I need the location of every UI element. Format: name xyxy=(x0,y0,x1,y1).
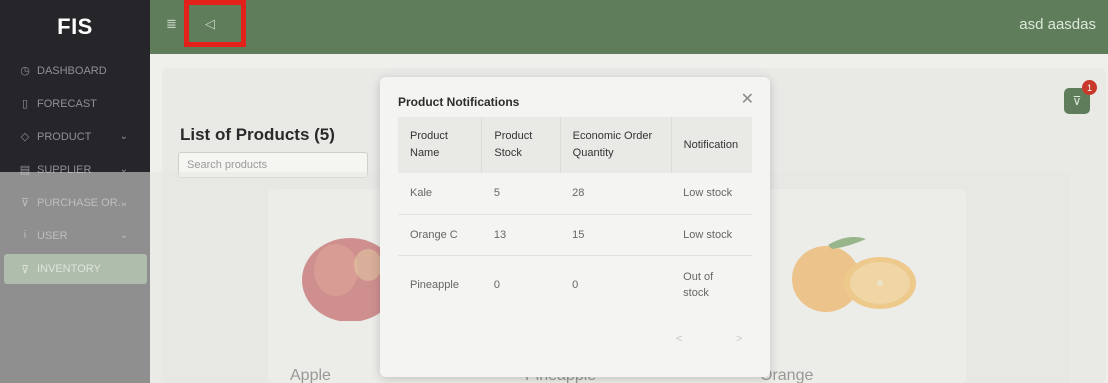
cell-notification: Low stock xyxy=(671,214,752,256)
cart-button[interactable]: ⊽ 1 xyxy=(1064,80,1097,114)
user-icon: Ꭵ xyxy=(23,229,27,241)
cell-product-stock: 0 xyxy=(493,279,501,292)
clock-icon: ◷ xyxy=(20,65,30,77)
pagination-prev-button[interactable]: < xyxy=(676,333,682,345)
table-row: Orange C 13 15 Low stock xyxy=(398,214,752,256)
highlight-box xyxy=(184,0,246,47)
modal-title: Product Notifications xyxy=(398,95,520,109)
cell-product-stock: 5 xyxy=(481,173,561,215)
sidebar-item-label: USER xyxy=(37,229,68,242)
chevron-down-icon: ⌄ xyxy=(119,131,128,142)
tag-icon: ◇ xyxy=(20,131,30,143)
chevron-down-icon: ⌄ xyxy=(119,164,128,175)
table-row: Pineapple 0 0 Out of stock xyxy=(398,255,752,315)
chevron-down-icon: ⌄ xyxy=(119,197,128,208)
pagination-next-button[interactable]: > xyxy=(736,333,742,345)
sidebar-item-product[interactable]: ◇ PRODUCT ⌄ xyxy=(0,120,150,153)
sidebar-item-label: PRODUCT xyxy=(37,130,92,143)
sidebar-item-label: DASHBOARD xyxy=(37,64,107,77)
close-icon[interactable]: ✕ xyxy=(741,89,754,109)
table-row: Kale 5 28 Low stock xyxy=(398,173,752,215)
cell-notification: Low stock xyxy=(671,173,752,215)
cell-product-name: Orange C xyxy=(398,214,482,256)
notifications-table: Product Name Product Stock Economic Orde… xyxy=(398,117,752,315)
cell-eoq: 0 xyxy=(572,279,579,292)
sidebar-item-label: INVENTORY xyxy=(37,263,101,275)
menu-toggle-icon[interactable]: ≣ xyxy=(166,16,177,32)
sidebar-item-label: PURCHASE OR... xyxy=(37,196,127,209)
sidebar-item-label: SUPPLIER xyxy=(37,163,92,176)
table-header-row: Product Name Product Stock Economic Orde… xyxy=(398,117,752,173)
user-name[interactable]: asd aasdas xyxy=(1019,16,1096,33)
product-notifications-modal: Product Notifications ✕ Product Name Pro… xyxy=(380,77,770,377)
cell-product-name: Kale xyxy=(398,173,482,215)
cell-product-name: Pineapple xyxy=(410,279,459,292)
cell-product-stock: 13 xyxy=(481,214,561,256)
sidebar-item-supplier[interactable]: ▤ SUPPLIER ⌄ xyxy=(0,153,150,186)
cart-icon: ⊽ xyxy=(20,263,30,276)
app-logo[interactable]: FIS xyxy=(0,0,150,54)
calendar-icon: ▤ xyxy=(19,164,31,176)
search-input[interactable]: Search products xyxy=(178,152,368,178)
cell-eoq: 15 xyxy=(560,214,672,256)
cart-icon: ⊽ xyxy=(20,197,30,209)
top-bar: ≣ ◁ asd aasdas xyxy=(150,0,1108,54)
cell-notification: Out of stock xyxy=(683,271,714,300)
chevron-down-icon: ⌄ xyxy=(119,230,128,241)
sidebar-item-purchase-order[interactable]: ⊽ PURCHASE OR... ⌄ xyxy=(0,186,150,219)
orange-image xyxy=(792,237,916,312)
page-title: List of Products (5) xyxy=(180,125,335,144)
sidebar-item-label: FORECAST xyxy=(37,97,97,110)
cart-icon: ⊽ xyxy=(1072,94,1082,108)
column-header: Notification xyxy=(671,117,752,173)
cell-eoq: 28 xyxy=(560,173,672,215)
column-header: Product Stock xyxy=(481,117,561,173)
column-header: Product Name xyxy=(398,117,483,173)
sidebar-nav: ◷ DASHBOARD ▯ FORECAST ◇ PRODUCT ⌄ ▤ SUP… xyxy=(0,54,150,284)
sidebar: FIS ◷ DASHBOARD ▯ FORECAST ◇ PRODUCT ⌄ ▤… xyxy=(0,0,150,383)
product-card-name[interactable]: Apple xyxy=(290,367,331,383)
column-header: Economic Order Quantity xyxy=(560,117,672,173)
sidebar-item-dashboard[interactable]: ◷ DASHBOARD xyxy=(0,54,150,87)
sidebar-item-user[interactable]: Ꭵ USER ⌄ xyxy=(0,219,150,252)
sidebar-item-inventory[interactable]: ⊽ INVENTORY xyxy=(4,254,147,284)
document-icon: ▯ xyxy=(21,98,29,110)
cart-badge: 1 xyxy=(1082,80,1097,95)
sidebar-item-forecast[interactable]: ▯ FORECAST xyxy=(0,87,150,120)
